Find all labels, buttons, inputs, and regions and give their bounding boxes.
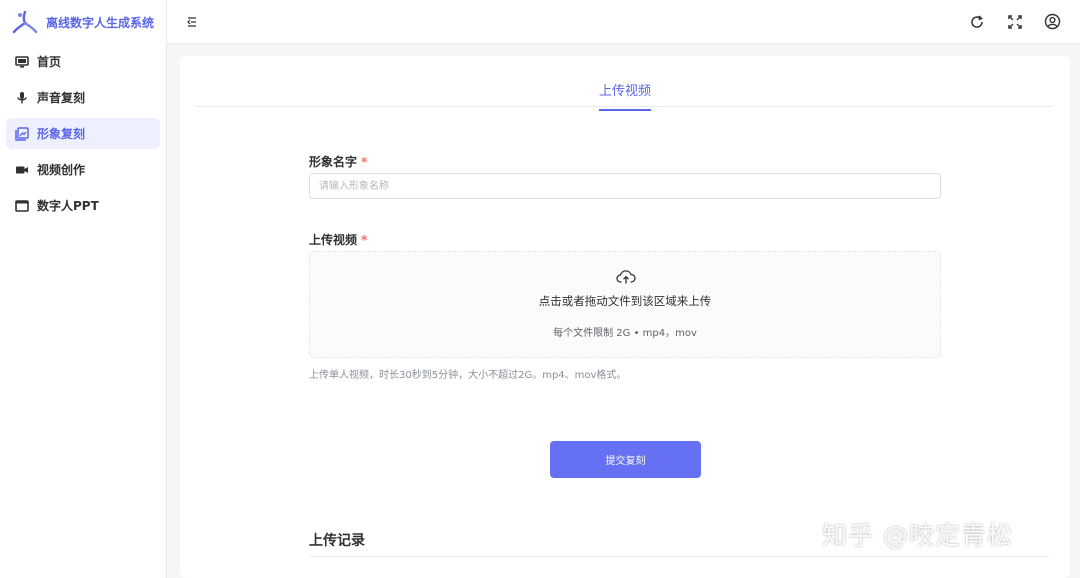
sidebar-item-label: 视频创作 (37, 163, 86, 177)
upload-card: 上传视频 形象名字* 上传视频* 点击或者拖动文件到该区域来上传 每个文件限制 … (180, 56, 1070, 578)
required-mark: * (361, 233, 368, 247)
collapse-menu-icon[interactable] (184, 14, 200, 30)
sidebar-item-label: 声音复刻 (37, 91, 86, 105)
video-dropzone[interactable]: 点击或者拖动文件到该区域来上传 每个文件限制 2G • mp4，mov (309, 251, 941, 358)
sidebar-item-label: 形象复刻 (37, 127, 86, 141)
sidebar-item-label: 首页 (37, 55, 62, 69)
app-title: 离线数字人生成系统 (46, 15, 155, 30)
header-actions (967, 12, 1062, 31)
user-icon[interactable] (1043, 12, 1062, 31)
upload-video-label: 上传视频 * (309, 231, 367, 248)
upload-help-text: 上传单人视频，时长30秒到5分钟，大小不超过2G。mp4、mov格式。 (309, 370, 627, 381)
tab-upload-video[interactable]: 上传视频 (599, 80, 652, 111)
sidebar: 离线数字人生成系统 首页 声音复刻 形象复刻 视频创作 数字人PPT (0, 0, 167, 578)
sidebar-item-video-creation[interactable]: 视频创作 (6, 154, 160, 185)
sidebar-item-digital-human-ppt[interactable]: 数字人PPT (6, 190, 160, 221)
submit-clone-button[interactable]: 提交复刻 (550, 441, 701, 478)
divider (309, 556, 1049, 557)
fullscreen-icon[interactable] (1005, 12, 1024, 31)
cloud-upload-icon (616, 270, 636, 284)
video-camera-icon (15, 163, 29, 177)
sidebar-item-voice-clone[interactable]: 声音复刻 (6, 82, 160, 113)
app-root: 离线数字人生成系统 首页 声音复刻 形象复刻 视频创作 数字人PPT 上传视频 … (0, 0, 1080, 578)
avatar-name-label: 形象名字 * (309, 153, 367, 170)
brand[interactable]: 离线数字人生成系统 (0, 0, 166, 44)
upload-video-label-text: 上传视频 (309, 233, 358, 247)
avatar-name-input[interactable] (309, 173, 941, 199)
sidebar-item-home[interactable]: 首页 (6, 46, 160, 77)
app-logo-icon (12, 10, 38, 34)
presentation-icon (15, 199, 29, 213)
dropzone-limit-hint: 每个文件限制 2G • mp4，mov (553, 328, 697, 339)
required-mark: * (361, 155, 368, 169)
upload-records-title: 上传记录 (309, 533, 365, 549)
image-gallery-icon (15, 126, 29, 141)
microphone-icon (15, 91, 29, 105)
sidebar-item-avatar-clone[interactable]: 形象复刻 (6, 118, 160, 149)
dropzone-instruction: 点击或者拖动文件到该区域来上传 (538, 294, 712, 308)
tab-bar: 上传视频 (196, 56, 1052, 111)
monitor-icon (15, 55, 29, 69)
top-header (167, 0, 1080, 44)
avatar-name-label-text: 形象名字 (309, 155, 358, 169)
watermark: 知乎 @咬定青松 (822, 521, 1013, 550)
refresh-icon[interactable] (967, 12, 986, 31)
sidebar-item-label: 数字人PPT (37, 199, 99, 213)
sidebar-nav: 首页 声音复刻 形象复刻 视频创作 数字人PPT (0, 44, 166, 221)
